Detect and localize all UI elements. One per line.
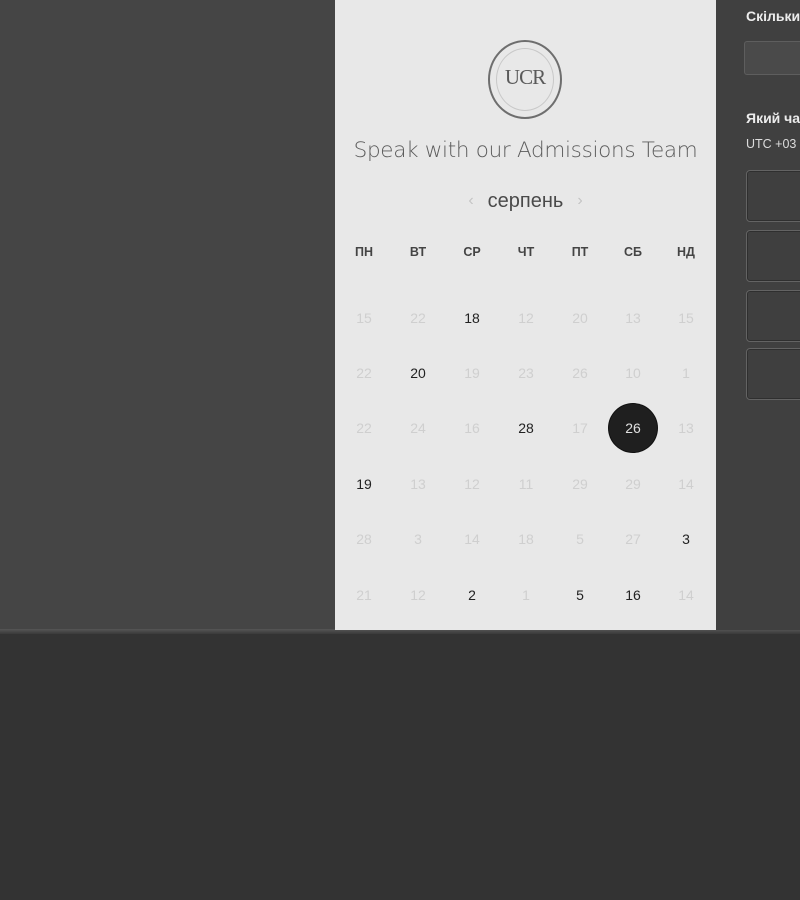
logo-text: UCR [504,65,546,89]
calendar-day-unavailable: 5 [576,531,584,547]
calendar-day-unavailable: 18 [518,531,534,547]
duration-select[interactable] [744,41,800,75]
calendar-week-row: 22 20 19 23 26 10 1 [335,349,716,404]
ucr-logo: UCR [488,40,562,119]
calendar-day-unavailable: 15 [678,310,694,326]
calendar-day-selected[interactable]: 26 [609,404,657,452]
weekday-label: СР [463,245,481,259]
time-slot-button[interactable] [746,348,800,400]
calendar-day-unavailable: 17 [572,420,588,436]
calendar-day-unavailable: 15 [356,310,372,326]
calendar-day-unavailable: 1 [522,587,530,603]
calendar-day-unavailable: 22 [356,365,372,381]
time-slot-button[interactable] [746,290,800,342]
calendar-day-available[interactable]: 20 [394,349,442,397]
calendar-day-unavailable: 28 [356,531,372,547]
calendar-day-available[interactable]: 2 [448,571,496,619]
calendar-week-row: 22 24 16 28 17 26 13 [335,404,716,459]
calendar-day-unavailable: 10 [625,365,641,381]
calendar-week-row: 28 3 14 18 5 27 3 [335,515,716,570]
calendar-day-unavailable: 12 [464,476,480,492]
calendar-day-unavailable: 29 [625,476,641,492]
calendar-day-unavailable: 22 [410,310,426,326]
calendar-day-unavailable: 22 [356,420,372,436]
calendar-day-available[interactable]: 16 [609,571,657,619]
calendar-day-unavailable: 29 [572,476,588,492]
weekday-label: ПТ [571,245,589,259]
time-slot-button[interactable] [746,170,800,222]
calendar-day-unavailable: 24 [410,420,426,436]
weekday-label: ПН [354,245,373,259]
calendar-day-unavailable: 23 [518,365,534,381]
calendar-day-unavailable: 14 [678,587,694,603]
calendar-day-unavailable: 14 [678,476,694,492]
timezone-label[interactable]: UTC +03 [746,137,796,151]
calendar-card: UCR Speak with our Admissions Team ‹ сер… [335,0,716,630]
calendar-day-unavailable: 16 [464,420,480,436]
calendar-week-row: 15 22 18 12 20 13 15 [335,294,716,349]
booking-form-panel: Скільки Який ча UTC +03 [716,0,800,630]
calendar-day-unavailable: 26 [572,365,588,381]
weekday-label: НД [677,245,695,259]
calendar-day-available[interactable]: 5 [556,571,604,619]
calendar-day-unavailable: 12 [410,587,426,603]
weekday-header: ПН ВТ СР ЧТ ПТ СБ НД [335,245,716,265]
weekday-label: ВТ [409,245,427,259]
calendar-day-unavailable: 13 [410,476,426,492]
calendar-day-available[interactable]: 28 [502,404,550,452]
calendar-day-available[interactable]: 19 [340,460,388,508]
duration-question-label: Скільки [746,8,800,24]
month-navigation: ‹ серпень › [335,186,716,216]
page-title: Speak with our Admissions Team [353,138,698,163]
time-slot-button[interactable] [746,230,800,282]
calendar-day-unavailable: 14 [464,531,480,547]
time-question-label: Який ча [746,110,800,126]
calendar-day-unavailable: 27 [625,531,641,547]
weekday-label: ЧТ [517,245,535,259]
calendar-week-row: 19 13 12 11 29 29 14 [335,460,716,515]
calendar-day-unavailable: 13 [625,310,641,326]
calendar-day-available[interactable]: 3 [662,515,710,563]
calendar-day-unavailable: 11 [518,476,534,492]
calendar-day-unavailable: 20 [572,310,588,326]
month-label: серпень [487,189,564,212]
chevron-right-icon[interactable]: › [577,192,582,210]
calendar-day-unavailable: 3 [414,531,422,547]
calendar-day-available[interactable]: 18 [448,294,496,342]
weekday-label: СБ [623,245,642,259]
calendar-day-unavailable: 1 [682,365,690,381]
calendar-day-unavailable: 12 [518,310,534,326]
calendar-week-row: 21 12 2 1 5 16 14 [335,571,716,626]
calendar-day-unavailable: 19 [464,365,480,381]
calendar-day-unavailable: 13 [678,420,694,436]
chevron-left-icon[interactable]: ‹ [468,192,473,210]
calendar-day-unavailable: 21 [356,587,372,603]
